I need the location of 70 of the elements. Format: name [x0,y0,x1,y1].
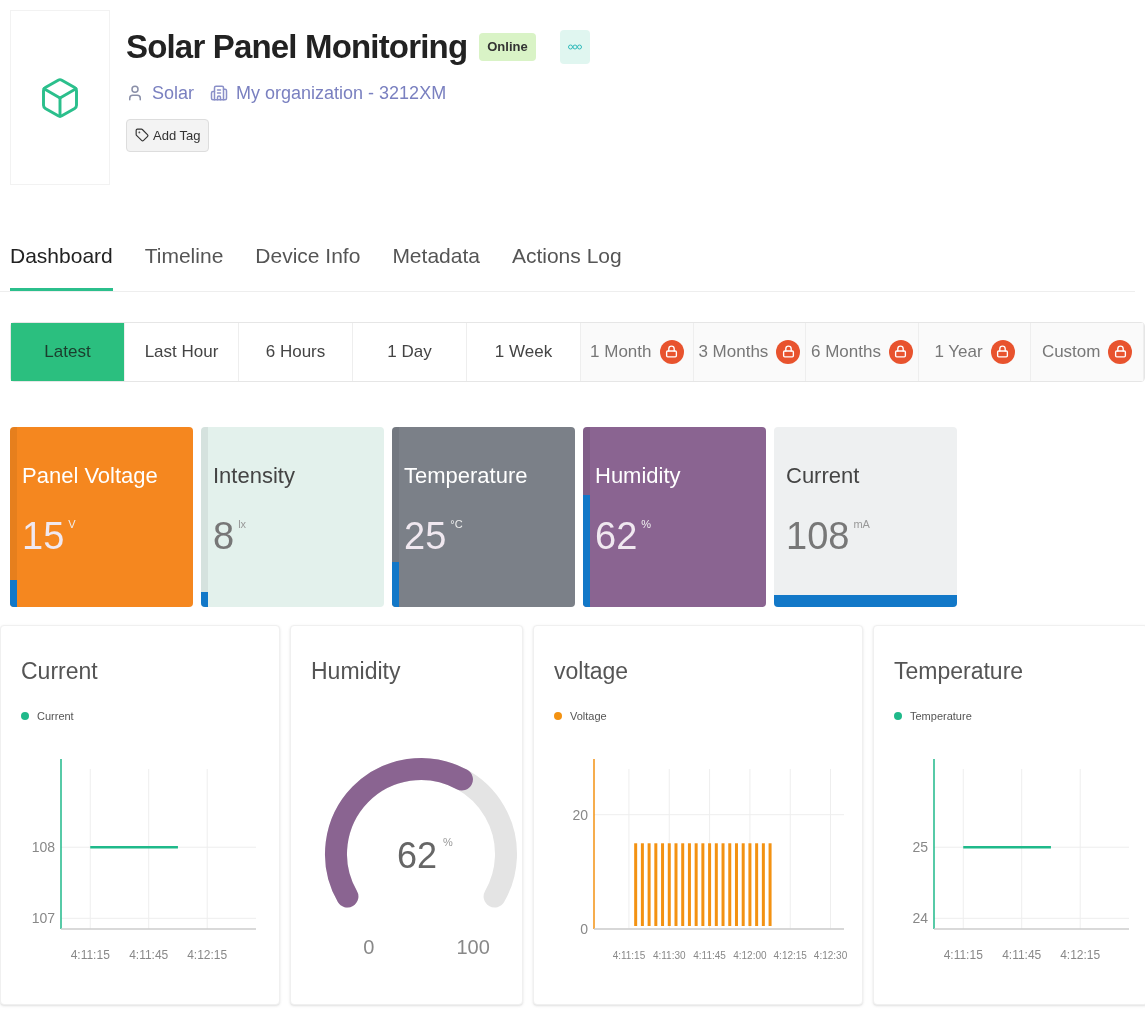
range-tab[interactable]: 1 Year [918,322,1032,381]
widget-title: Current [21,656,99,686]
widget-title: Temperature [894,656,1025,686]
gauge-min: 0 [363,936,375,958]
metric-name: Temperature [404,461,529,490]
status-badge: Online [479,33,536,61]
gauge-value: 62 [397,835,437,876]
x-tick-label: 4:12:15 [773,949,807,961]
metric-value: 25 [404,513,447,559]
add-tag-button[interactable]: Add Tag [126,118,210,152]
metric-name: Intensity [213,461,296,490]
metric-value: 8 [213,513,235,559]
y-tick-label: 24 [912,909,928,926]
x-tick-label: 4:11:45 [693,949,726,961]
lock-icon [776,339,801,364]
tab[interactable]: Device Info [255,240,361,291]
lock-icon [990,339,1015,364]
legend-label: Current [37,709,74,724]
tab[interactable]: Actions Log [511,240,622,291]
legend-label: Temperature [910,709,972,724]
range-tab[interactable]: 6 Months [806,322,919,381]
metric-unit: lx [238,516,247,532]
metric-name: Panel Voltage [22,461,159,490]
device-title: Solar Panel Monitoring [126,27,468,67]
metric-name: Current [786,461,861,490]
building-icon [210,84,229,102]
x-tick-label: 4:11:15 [70,947,110,962]
widget-title: Humidity [311,656,402,686]
metric-name: Humidity [595,461,682,490]
more-icon [567,43,582,50]
gauge-max: 100 [456,936,490,958]
metric-unit: °C [450,516,463,532]
metric-value: 15 [22,513,65,559]
y-tick-label: 25 [912,838,928,855]
tab[interactable]: Metadata [392,240,480,291]
range-tab[interactable]: Custom [1031,322,1144,381]
user-icon [126,84,144,102]
x-tick-label: 4:12:15 [187,947,228,962]
y-tick-label: 108 [31,838,55,855]
y-tick-label: 107 [31,909,55,926]
lock-icon [888,339,913,364]
more-button[interactable] [559,29,590,64]
organization-link[interactable]: My organization - 3212XM [236,79,447,107]
gauge-unit: % [443,836,453,848]
metric-unit: V [68,516,76,532]
x-tick-label: 4:12:00 [733,949,767,961]
metric-value: 108 [786,513,850,559]
x-tick-label: 4:11:15 [943,947,983,962]
metric-unit: mA [853,516,870,532]
range-tab[interactable]: Latest [11,322,125,381]
range-tab[interactable]: 1 Month [581,322,694,381]
y-tick-label: 0 [580,920,588,937]
lock-icon [1108,339,1133,364]
range-tab[interactable]: 3 Months [693,322,807,381]
x-tick-label: 4:12:30 [813,949,848,961]
x-tick-label: 4:11:45 [129,947,169,962]
x-tick-label: 4:11:45 [1002,947,1042,962]
owner-link[interactable]: Solar [152,79,195,107]
tab[interactable]: Timeline [144,240,224,291]
legend-label: Voltage [570,709,607,724]
x-tick-label: 4:12:15 [1060,947,1101,962]
x-tick-label: 4:11:15 [612,949,646,961]
tag-icon [135,128,149,143]
metric-unit: % [641,516,652,532]
x-tick-label: 4:11:30 [652,949,686,961]
tab[interactable]: Dashboard [10,240,113,291]
lock-icon [659,339,684,364]
metric-value: 62 [595,513,638,559]
y-tick-label: 20 [572,806,588,823]
widget-title: voltage [554,656,630,686]
